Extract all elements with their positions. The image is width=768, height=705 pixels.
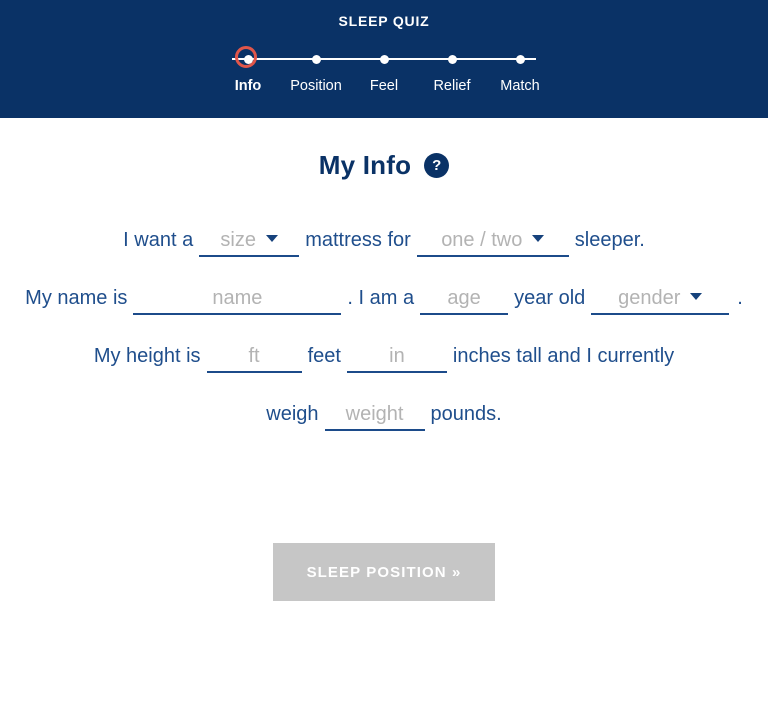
step-marker-position <box>303 46 329 72</box>
info-form: I want a size mattress for one / two sle… <box>0 229 768 431</box>
step-position[interactable]: Position <box>282 46 350 94</box>
height-inches-placeholder: in <box>389 345 405 367</box>
progress-stepper: Info Position Feel Relief Match <box>214 46 554 108</box>
weight-placeholder: weight <box>345 403 404 425</box>
page-title: My Info <box>318 150 412 180</box>
stepper-steps: Info Position Feel Relief Match <box>214 46 554 94</box>
chevron-down-icon <box>265 235 278 242</box>
label-pounds: pounds. <box>430 403 502 425</box>
label-mattress-for: mattress for <box>305 229 411 251</box>
height-inches-input[interactable]: in <box>346 345 447 373</box>
chevron-down-icon <box>690 293 703 300</box>
quiz-main: My Info ? I want a size mattress for one… <box>0 150 768 601</box>
gender-select[interactable]: gender <box>591 287 730 315</box>
step-label-position: Position <box>290 78 342 94</box>
step-relief[interactable]: Relief <box>418 46 486 94</box>
label-my-height-is: My height is <box>93 345 201 367</box>
height-feet-placeholder: ft <box>248 345 260 367</box>
form-line-weight: weigh weight pounds. <box>0 403 768 431</box>
step-dot-icon <box>243 54 253 64</box>
step-label-info: Info <box>234 78 262 94</box>
sleeper-count-select[interactable]: one / two <box>416 229 569 257</box>
step-marker-relief <box>439 46 465 72</box>
step-marker-info <box>235 46 261 72</box>
label-feet: feet <box>307 345 341 367</box>
name-input[interactable]: name <box>133 287 342 315</box>
step-dot-icon <box>447 54 457 64</box>
label-inches-tall: inches tall and I currently <box>452 345 675 367</box>
age-placeholder: age <box>447 287 481 309</box>
quiz-header: SLEEP QUIZ Info Position Feel Relief Mat… <box>0 0 768 118</box>
step-info[interactable]: Info <box>214 46 282 94</box>
label-sleeper: sleeper. <box>574 229 645 251</box>
label-weigh: weigh <box>266 403 319 425</box>
step-label-relief: Relief <box>433 78 471 94</box>
step-marker-match <box>507 46 533 72</box>
label-i-want-a: I want a <box>123 229 194 251</box>
help-icon[interactable]: ? <box>424 153 450 178</box>
weight-input[interactable]: weight <box>324 403 425 431</box>
label-year-old: year old <box>514 287 586 309</box>
step-label-match: Match <box>500 78 540 94</box>
form-line-mattress: I want a size mattress for one / two sle… <box>0 229 768 257</box>
step-dot-icon <box>515 54 525 64</box>
gender-placeholder: gender <box>618 287 681 309</box>
next-step-button[interactable]: SLEEP POSITION » <box>273 543 495 601</box>
step-label-feel: Feel <box>369 78 399 94</box>
height-feet-input[interactable]: ft <box>206 345 302 373</box>
step-match[interactable]: Match <box>486 46 554 94</box>
size-placeholder: size <box>220 229 256 251</box>
label-i-am-a: . I am a <box>347 287 415 309</box>
label-period: . <box>737 287 743 309</box>
step-marker-feel <box>371 46 397 72</box>
form-line-height: My height is ft feet in inches tall and … <box>0 345 768 373</box>
name-placeholder: name <box>212 287 263 309</box>
form-line-name-age-gender: My name is name . I am a age year old ge… <box>0 287 768 315</box>
label-my-name-is: My name is <box>25 287 128 309</box>
page-title-row: My Info ? <box>0 150 768 181</box>
step-dot-icon <box>311 54 321 64</box>
chevron-down-icon <box>532 235 545 242</box>
step-dot-icon <box>379 54 389 64</box>
sleeper-count-placeholder: one / two <box>441 229 523 251</box>
quiz-title: SLEEP QUIZ <box>338 13 430 29</box>
quiz-footer: SLEEP POSITION » <box>0 543 768 601</box>
size-select[interactable]: size <box>199 229 300 257</box>
step-feel[interactable]: Feel <box>350 46 418 94</box>
age-input[interactable]: age <box>420 287 509 315</box>
